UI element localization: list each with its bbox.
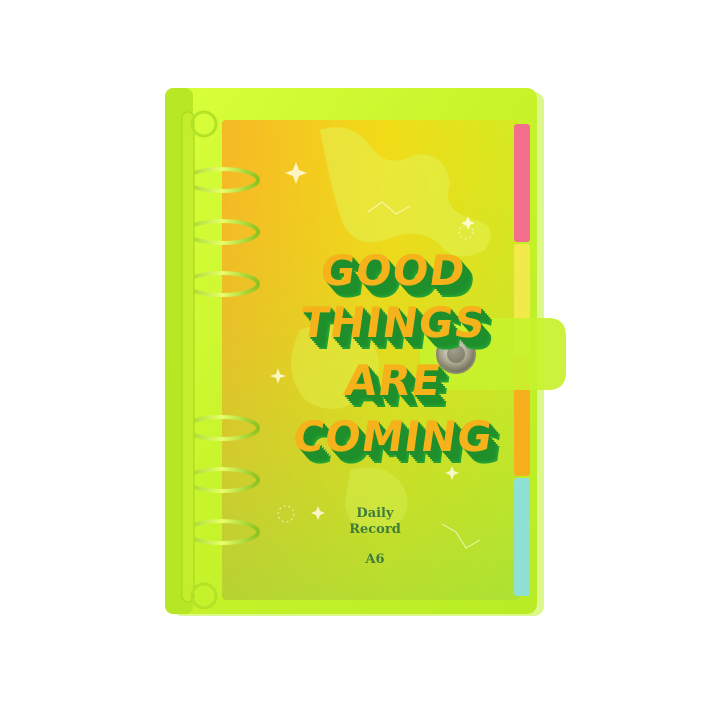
tab-pink <box>514 124 530 242</box>
cover-title-line-3: ARE <box>341 356 445 405</box>
cover-title-line-2: THINGS <box>296 298 490 347</box>
cover-title-line-1: GOOD <box>317 246 469 295</box>
label-size: A6 <box>365 552 385 567</box>
label-record: Record <box>349 522 401 537</box>
cover-title-line-4: COMING <box>289 412 497 461</box>
binder-photo: GOOD THINGS ARE COMING Daily Record A6 <box>0 0 720 720</box>
label-daily: Daily <box>356 506 394 521</box>
tab-blue <box>514 478 530 596</box>
